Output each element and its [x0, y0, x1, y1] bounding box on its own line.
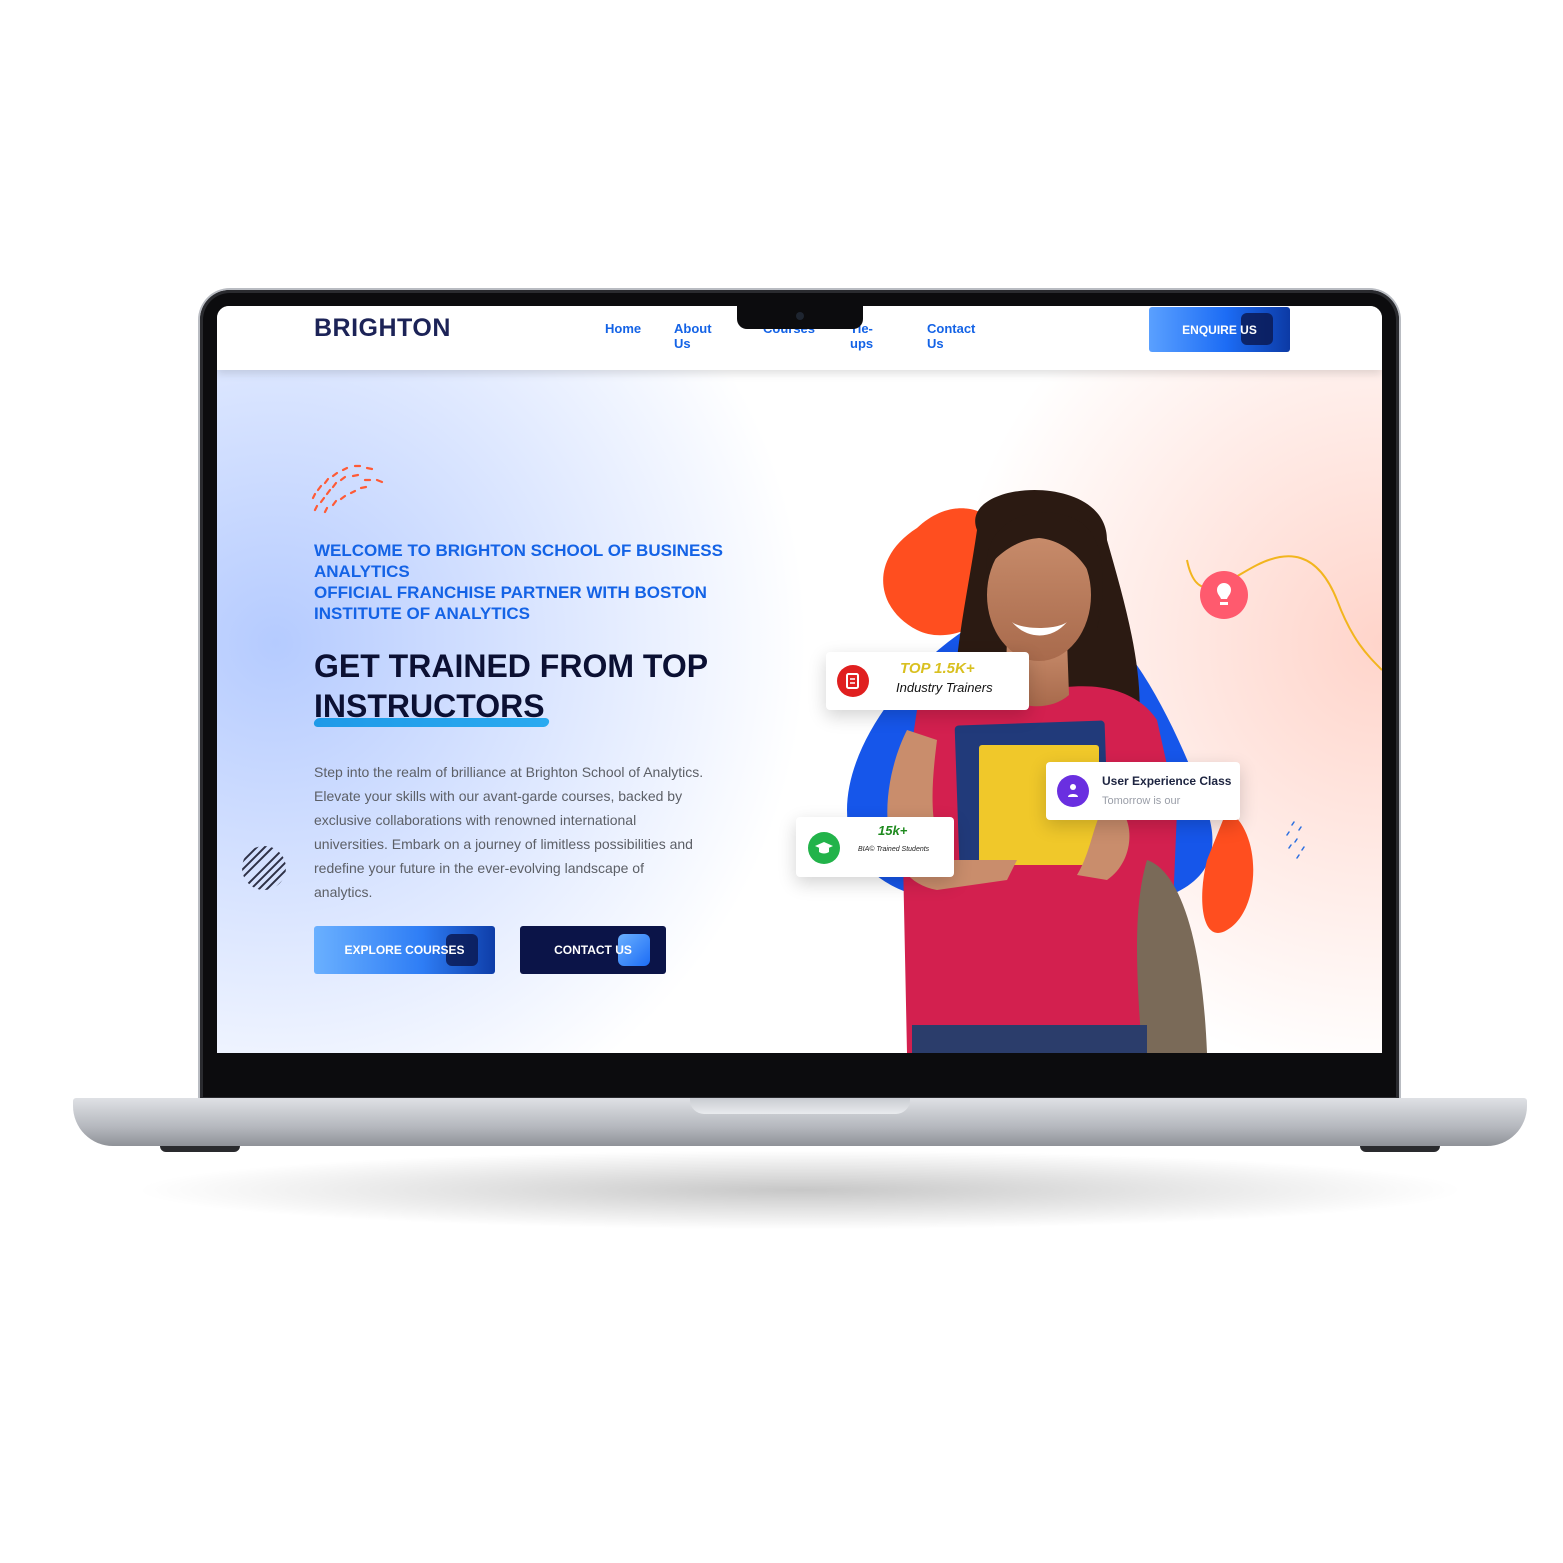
nav-contact-us[interactable]: Contact Us	[927, 321, 975, 351]
laptop-foot-left	[160, 1146, 240, 1152]
students-stat-card: 15k+ BIA© Trained Students	[796, 817, 954, 877]
user-group-icon	[1057, 775, 1089, 807]
striped-circle-decoration-icon	[242, 846, 286, 890]
hero-description: Step into the realm of brilliance at Bri…	[314, 764, 704, 900]
welcome-line-1: WELCOME TO BRIGHTON SCHOOL OF BUSINESS A…	[314, 541, 723, 581]
nav-home[interactable]: Home	[605, 321, 641, 336]
hero-section: WELCOME TO BRIGHTON SCHOOL OF BUSINESS A…	[217, 370, 1382, 1053]
blue-dots-decoration-icon	[1286, 821, 1305, 859]
ux-class-card: User Experience Class Tomorrow is our	[1046, 762, 1240, 820]
welcome-heading: WELCOME TO BRIGHTON SCHOOL OF BUSINESS A…	[314, 540, 764, 624]
laptop-base	[73, 1098, 1527, 1146]
students-stat-label: BIA© Trained Students	[858, 846, 930, 853]
headline-brush-underline	[313, 718, 550, 727]
hero-headline: GET TRAINED FROM TOP INSTRUCTORS	[314, 646, 774, 726]
explore-courses-label: EXPLORE COURSES	[344, 943, 465, 957]
graduation-cap-icon	[808, 832, 840, 864]
laptop-foot-right	[1360, 1146, 1440, 1152]
explore-courses-button[interactable]: EXPLORE COURSES	[314, 926, 495, 974]
trainer-icon	[837, 665, 869, 697]
ux-class-title: User Experience Class	[1102, 774, 1232, 788]
contact-us-button[interactable]: CONTACT US	[520, 926, 666, 974]
nav-about-us[interactable]: About Us	[674, 321, 712, 351]
trainers-stat-value: TOP 1.5K+	[900, 660, 975, 677]
headline-line-1: GET TRAINED FROM TOP	[314, 648, 709, 684]
enquire-us-label: ENQUIRE US	[1182, 322, 1257, 337]
enquire-us-button[interactable]: ENQUIRE US	[1149, 307, 1290, 352]
backpack-shape	[1137, 860, 1207, 1053]
laptop-shadow	[130, 1150, 1470, 1230]
dots-decoration-icon	[311, 464, 384, 514]
trainers-stat-card: TOP 1.5K+ Industry Trainers	[826, 652, 1029, 710]
camera-icon	[796, 312, 804, 320]
contact-us-label: CONTACT US	[554, 943, 632, 957]
ux-class-subtitle: Tomorrow is our	[1102, 795, 1181, 807]
laptop-thumb-notch	[690, 1098, 910, 1114]
students-stat-value: 15k+	[878, 823, 908, 838]
welcome-line-2: OFFICIAL FRANCHISE PARTNER WITH BOSTON I…	[314, 583, 707, 623]
site-logo[interactable]: BRIGHTON	[314, 314, 451, 343]
browser-screen: BRIGHTON Home About Us Courses Tie-ups C…	[217, 306, 1382, 1053]
trainers-stat-label: Industry Trainers	[896, 680, 993, 695]
camera-notch	[737, 306, 863, 329]
